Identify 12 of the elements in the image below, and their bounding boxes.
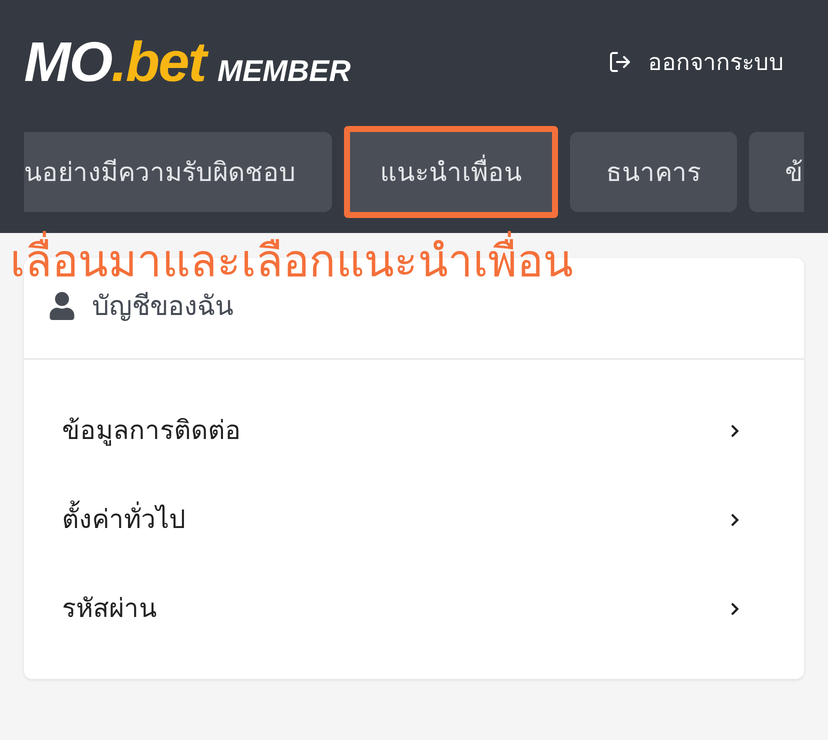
- card-title: บัญชีของฉัน: [92, 290, 233, 323]
- logout-icon: [608, 50, 632, 74]
- nav-tab[interactable]: ธนาคาร: [570, 132, 737, 212]
- menu-row[interactable]: ข้อมูลการติดต่อ: [24, 386, 804, 475]
- menu-row[interactable]: ตั้งค่าทั่วไป: [24, 475, 804, 564]
- logout-button[interactable]: ออกจากระบบ: [608, 44, 784, 80]
- logo: MO.bet MEMBER: [24, 34, 351, 90]
- nav-tab[interactable]: นอย่างมีความรับผิดชอบ: [24, 132, 332, 212]
- nav-tab[interactable]: ข้: [749, 132, 804, 212]
- user-icon: [48, 292, 76, 320]
- menu-row[interactable]: รหัสผ่าน: [24, 564, 804, 653]
- nav-tab[interactable]: แนะนำเพื่อน: [344, 126, 558, 218]
